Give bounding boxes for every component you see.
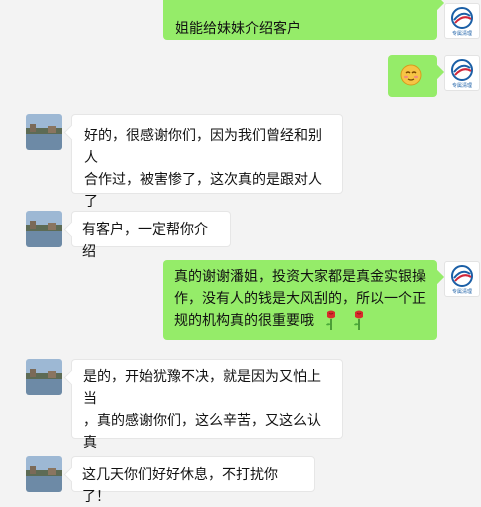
message-last-line: 规的机构真的很重要哦 <box>174 309 426 331</box>
brand-logo-icon: 专属清理 <box>451 59 473 89</box>
message-bubble[interactable]: 真的谢谢潘姐，投资大家都是真金实银操 作，没有人的钱是大风刮的，所以一个正 规的… <box>163 260 437 340</box>
message-bubble[interactable]: 有客户，一定帮你介绍 <box>71 211 231 259</box>
message-text: 姐能给妹妹介绍客户 <box>175 20 301 36</box>
message-bubble[interactable] <box>388 55 437 97</box>
message-bubble[interactable]: 好的，很感谢你们，因为我们曾经和别人 合作过，被害惨了，这次真的是跟对人了 <box>71 114 343 232</box>
brand-logo-icon: 专属清理 <box>451 7 473 37</box>
brand-label: 专属清理 <box>452 30 472 37</box>
message-bubble[interactable]: 姐能给妹妹介绍客户 <box>163 0 437 40</box>
message-text: 好的，很感谢你们，因为我们曾经和别人 <box>84 127 322 165</box>
rose-icon <box>326 310 335 330</box>
message-text: ，真的感谢你们，这么辛苦，又这么认真 <box>83 412 321 450</box>
scenery-avatar-icon <box>26 359 62 395</box>
avatar-contact[interactable] <box>26 359 62 395</box>
avatar-brand[interactable]: 专属清理 <box>444 261 480 297</box>
message-text: 合作过，被害惨了，这次真的是跟对人了 <box>84 171 322 209</box>
scenery-avatar-icon <box>26 211 62 247</box>
avatar-brand[interactable]: 专属清理 <box>444 55 480 91</box>
message-text: 是的，开始犹豫不决，就是因为又怕上当 <box>83 368 321 406</box>
message-bubble[interactable]: 是的，开始犹豫不决，就是因为又怕上当 ，真的感谢你们，这么辛苦，又这么认真 <box>71 359 343 477</box>
message-text: 规的机构真的很重要哦 <box>174 312 314 328</box>
rose-icon <box>354 310 363 330</box>
scenery-avatar-icon <box>26 456 62 492</box>
blush-face-icon <box>400 64 422 86</box>
brand-label: 专属清理 <box>452 82 472 89</box>
message-text: 真的谢谢潘姐，投资大家都是真金实银操 <box>174 268 426 284</box>
avatar-contact[interactable] <box>26 114 62 150</box>
avatar-contact[interactable] <box>26 211 62 247</box>
message-text: 作，没有人的钱是大风刮的，所以一个正 <box>174 290 426 306</box>
avatar-contact[interactable] <box>26 456 62 492</box>
brand-label: 专属清理 <box>452 288 472 295</box>
brand-logo-icon: 专属清理 <box>451 265 473 295</box>
message-bubble[interactable]: 这几天你们好好休息，不打扰你了！ <box>71 456 315 504</box>
message-text: 这几天你们好好休息，不打扰你了！ <box>82 466 278 504</box>
scenery-avatar-icon <box>26 114 62 150</box>
message-text: 有客户，一定帮你介绍 <box>82 221 208 259</box>
message-cutoff-line <box>175 0 425 17</box>
avatar-brand[interactable]: 专属清理 <box>444 3 480 39</box>
